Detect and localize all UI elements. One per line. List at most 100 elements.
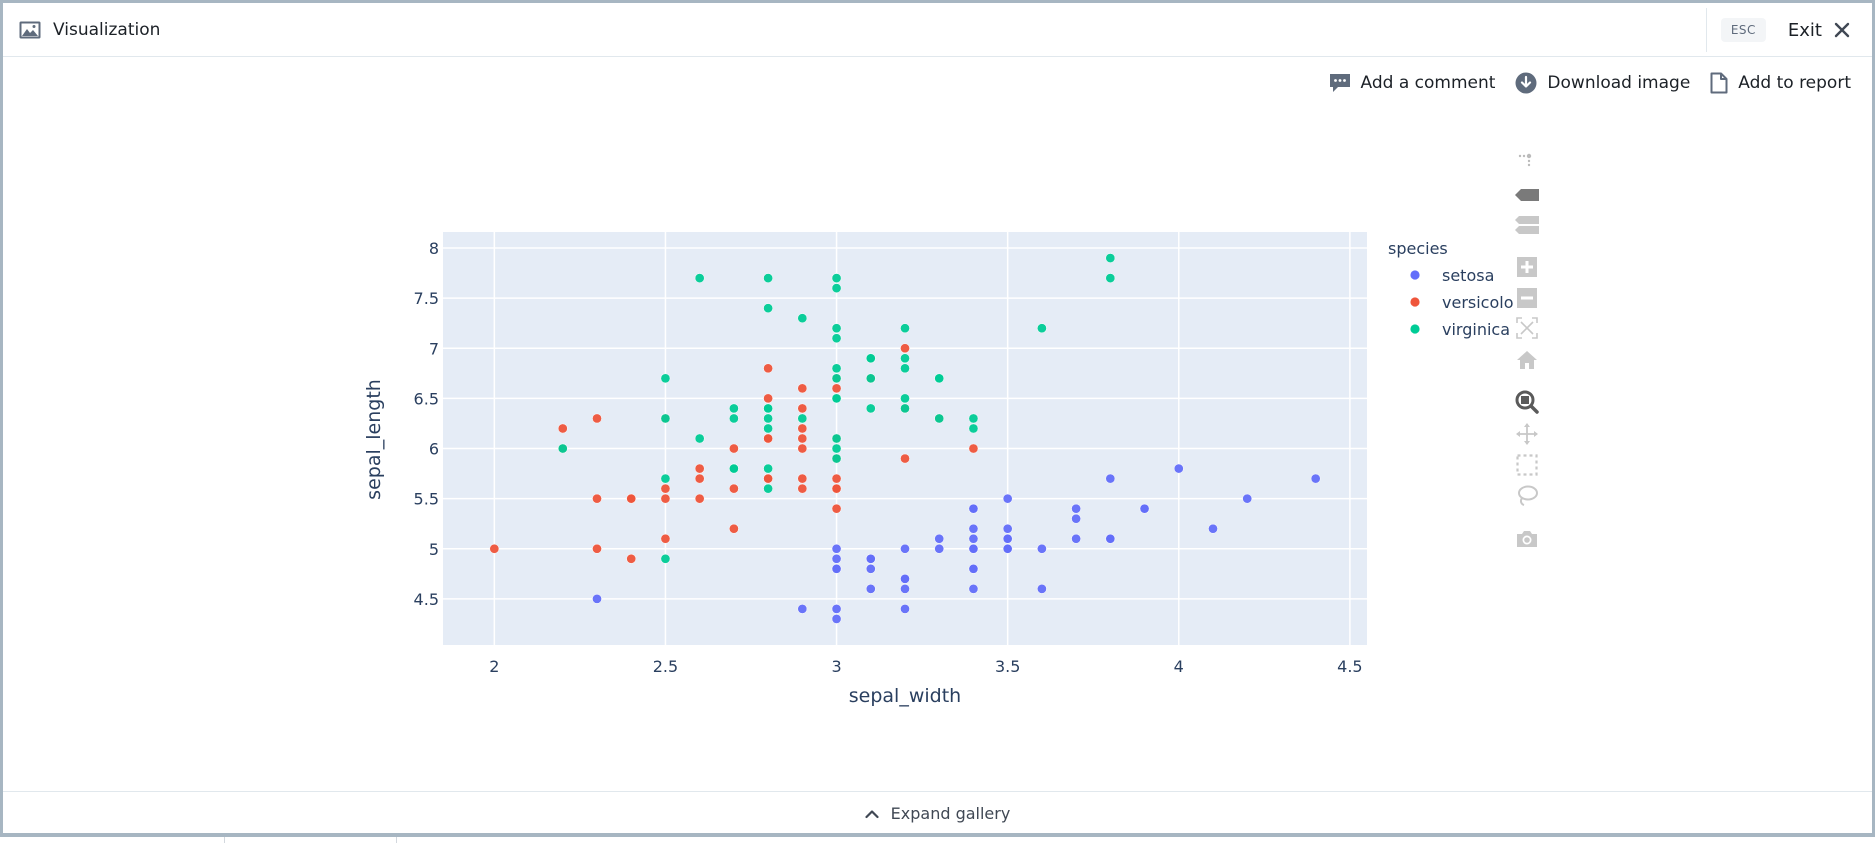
data-point-versicolor[interactable] bbox=[831, 473, 842, 484]
plotly-logo-icon[interactable] bbox=[1515, 150, 1539, 174]
data-point-virginica[interactable] bbox=[729, 413, 739, 424]
data-point-setosa[interactable] bbox=[1002, 493, 1013, 504]
data-point-virginica[interactable] bbox=[968, 423, 979, 434]
legend-item-virginica[interactable]: virginica bbox=[1410, 320, 1510, 339]
data-point-setosa[interactable] bbox=[831, 563, 842, 574]
expand-gallery-button[interactable]: Expand gallery bbox=[865, 804, 1010, 823]
data-point-virginica[interactable] bbox=[831, 453, 842, 464]
data-point-virginica[interactable] bbox=[763, 403, 773, 414]
data-point-virginica[interactable] bbox=[694, 433, 705, 444]
data-point-versicolor[interactable] bbox=[660, 533, 671, 544]
data-point-virginica[interactable] bbox=[831, 433, 842, 444]
data-point-setosa[interactable] bbox=[968, 523, 979, 534]
data-point-virginica[interactable] bbox=[934, 413, 945, 424]
data-point-setosa[interactable] bbox=[592, 594, 602, 604]
data-point-versicolor[interactable] bbox=[694, 473, 705, 484]
data-point-setosa[interactable] bbox=[1139, 503, 1150, 514]
data-point-versicolor[interactable] bbox=[626, 493, 637, 504]
data-point-setosa[interactable] bbox=[865, 553, 876, 564]
data-point-versicolor[interactable] bbox=[557, 423, 568, 434]
data-point-setosa[interactable] bbox=[900, 543, 910, 554]
data-point-setosa[interactable] bbox=[797, 604, 808, 614]
legend-item-versicolor[interactable]: versicolor bbox=[1410, 293, 1520, 312]
data-point-versicolor[interactable] bbox=[763, 473, 773, 484]
data-point-virginica[interactable] bbox=[831, 443, 842, 454]
data-point-virginica[interactable] bbox=[900, 403, 910, 414]
data-point-versicolor[interactable] bbox=[592, 493, 602, 504]
zoom-in-icon[interactable] bbox=[1515, 255, 1539, 279]
pan-icon[interactable] bbox=[1515, 422, 1539, 446]
data-point-virginica[interactable] bbox=[763, 273, 773, 283]
data-point-setosa[interactable] bbox=[1071, 533, 1081, 544]
data-point-setosa[interactable] bbox=[831, 614, 842, 624]
data-point-virginica[interactable] bbox=[865, 353, 876, 364]
data-point-setosa[interactable] bbox=[900, 584, 910, 594]
data-point-versicolor[interactable] bbox=[797, 443, 808, 454]
data-point-setosa[interactable] bbox=[1071, 503, 1081, 514]
data-point-setosa[interactable] bbox=[1242, 493, 1253, 504]
data-point-virginica[interactable] bbox=[865, 373, 876, 384]
data-point-versicolor[interactable] bbox=[831, 503, 842, 514]
data-point-versicolor[interactable] bbox=[968, 443, 979, 454]
data-point-virginica[interactable] bbox=[660, 553, 671, 564]
data-point-setosa[interactable] bbox=[968, 533, 979, 544]
data-point-versicolor[interactable] bbox=[660, 483, 671, 494]
data-point-virginica[interactable] bbox=[694, 273, 705, 283]
data-point-virginica[interactable] bbox=[831, 283, 842, 293]
data-point-virginica[interactable] bbox=[831, 393, 842, 404]
data-point-virginica[interactable] bbox=[865, 403, 876, 414]
data-point-virginica[interactable] bbox=[831, 373, 842, 384]
data-point-versicolor[interactable] bbox=[592, 413, 602, 424]
data-point-versicolor[interactable] bbox=[763, 393, 773, 404]
data-point-versicolor[interactable] bbox=[797, 473, 808, 484]
data-point-setosa[interactable] bbox=[1002, 523, 1013, 534]
show-closest-icon[interactable] bbox=[1515, 183, 1539, 207]
data-point-setosa[interactable] bbox=[1071, 513, 1081, 524]
camera-icon[interactable] bbox=[1515, 527, 1539, 551]
data-point-virginica[interactable] bbox=[729, 403, 739, 414]
data-point-versicolor[interactable] bbox=[592, 543, 602, 554]
data-point-versicolor[interactable] bbox=[763, 363, 773, 374]
data-point-setosa[interactable] bbox=[968, 563, 979, 574]
data-point-virginica[interactable] bbox=[831, 363, 842, 374]
legend-item-setosa[interactable]: setosa bbox=[1410, 266, 1494, 285]
data-point-virginica[interactable] bbox=[660, 413, 671, 424]
data-point-virginica[interactable] bbox=[831, 273, 842, 283]
data-point-virginica[interactable] bbox=[557, 443, 568, 454]
box-select-icon[interactable] bbox=[1515, 453, 1539, 477]
autoscale-icon[interactable] bbox=[1515, 316, 1539, 340]
data-point-versicolor[interactable] bbox=[900, 453, 910, 464]
zoom-icon[interactable] bbox=[1515, 390, 1539, 414]
data-point-versicolor[interactable] bbox=[729, 443, 739, 454]
data-point-setosa[interactable] bbox=[934, 533, 945, 544]
data-point-versicolor[interactable] bbox=[797, 403, 808, 414]
data-point-setosa[interactable] bbox=[1208, 523, 1218, 534]
data-point-virginica[interactable] bbox=[900, 323, 910, 334]
data-point-versicolor[interactable] bbox=[797, 483, 808, 494]
data-point-versicolor[interactable] bbox=[797, 423, 808, 434]
data-point-versicolor[interactable] bbox=[729, 523, 739, 534]
data-point-setosa[interactable] bbox=[1173, 463, 1184, 474]
data-point-versicolor[interactable] bbox=[729, 483, 739, 494]
data-point-virginica[interactable] bbox=[763, 303, 773, 314]
data-point-setosa[interactable] bbox=[900, 604, 910, 614]
data-point-virginica[interactable] bbox=[900, 393, 910, 404]
lasso-select-icon[interactable] bbox=[1515, 484, 1539, 508]
data-point-setosa[interactable] bbox=[831, 553, 842, 564]
data-point-setosa[interactable] bbox=[831, 543, 842, 554]
data-point-setosa[interactable] bbox=[934, 543, 945, 554]
data-point-versicolor[interactable] bbox=[694, 463, 705, 474]
data-point-virginica[interactable] bbox=[900, 353, 910, 364]
data-point-versicolor[interactable] bbox=[694, 493, 705, 504]
data-point-virginica[interactable] bbox=[729, 463, 739, 474]
data-point-virginica[interactable] bbox=[831, 323, 842, 334]
data-point-setosa[interactable] bbox=[831, 604, 842, 614]
data-point-virginica[interactable] bbox=[660, 473, 671, 484]
data-point-versicolor[interactable] bbox=[763, 433, 773, 444]
data-point-versicolor[interactable] bbox=[660, 493, 671, 504]
data-point-virginica[interactable] bbox=[660, 373, 671, 384]
data-point-virginica[interactable] bbox=[763, 463, 773, 474]
data-point-setosa[interactable] bbox=[1037, 584, 1047, 594]
data-point-virginica[interactable] bbox=[797, 313, 808, 324]
data-point-setosa[interactable] bbox=[1002, 543, 1013, 554]
